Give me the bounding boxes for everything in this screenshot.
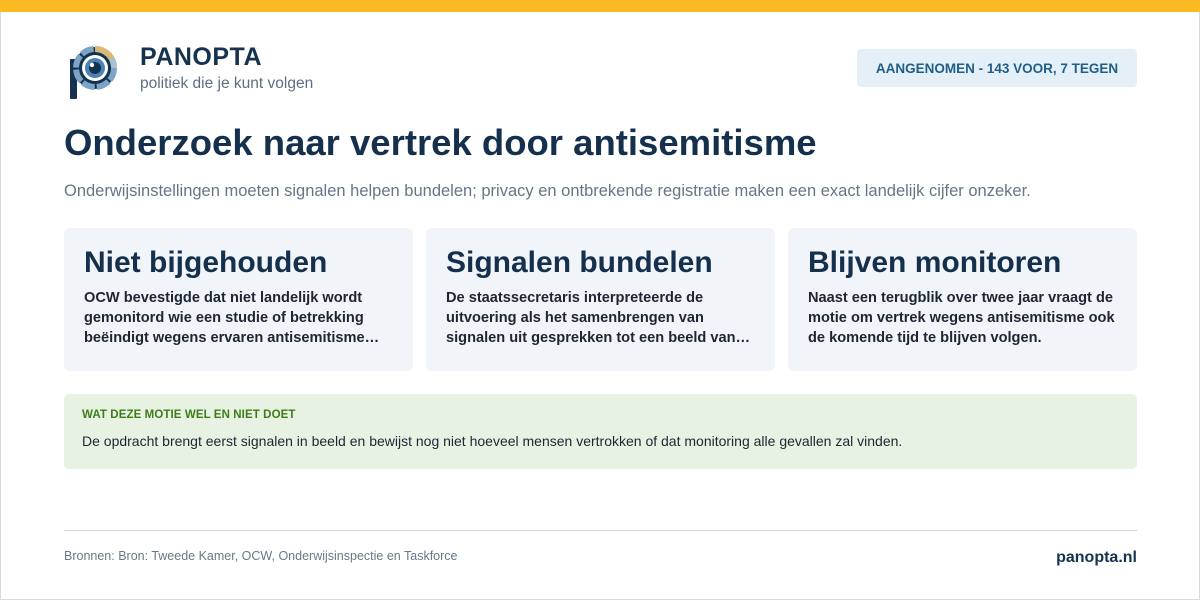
brand-name: PANOPTA [140,43,263,71]
card-blijven-monitoren: Blijven monitoren Naast een terugblik ov… [788,228,1137,371]
brand-header[interactable]: PANOPTA politiek die je kunt volgen [68,41,313,101]
card-title: Blijven monitoren [808,246,1062,279]
page-subtitle: Onderwijsinstellingen moeten signalen he… [64,182,1031,200]
callout-label: WAT DEZE MOTIE WEL EN NIET DOET [82,409,296,421]
page-title: Onderzoek naar vertrek door antisemitism… [64,122,817,163]
accent-bar [0,0,1200,12]
card-title: Niet bijgehouden [84,246,328,279]
motion-summary-callout: WAT DEZE MOTIE WEL EN NIET DOET De opdra… [64,394,1137,469]
card-signalen-bundelen: Signalen bundelen De staatssecretaris in… [426,228,775,371]
eye-p-logo-icon [70,45,117,99]
sources-text: Bronnen: Bron: Tweede Kamer, OCW, Onderw… [64,549,458,563]
site-link[interactable]: panopta.nl [1056,548,1137,568]
card-title: Signalen bundelen [446,246,713,279]
card-body: Naast een terugblik over twee jaar vraag… [808,290,1115,346]
callout-text: De opdracht brengt eerst signalen in bee… [82,433,903,449]
footer-divider [64,530,1137,531]
brand-tagline: politiek die je kunt volgen [140,75,314,92]
status-badge: AANGENOMEN - 143 VOOR, 7 TEGEN [857,49,1137,87]
card-niet-bijgehouden: Niet bijgehouden OCW bevestigde dat niet… [64,228,413,371]
card-body: De staatssecretaris interpreteerde de ui… [446,290,751,346]
card-body: OCW bevestigde dat niet landelijk wordt … [84,290,365,346]
